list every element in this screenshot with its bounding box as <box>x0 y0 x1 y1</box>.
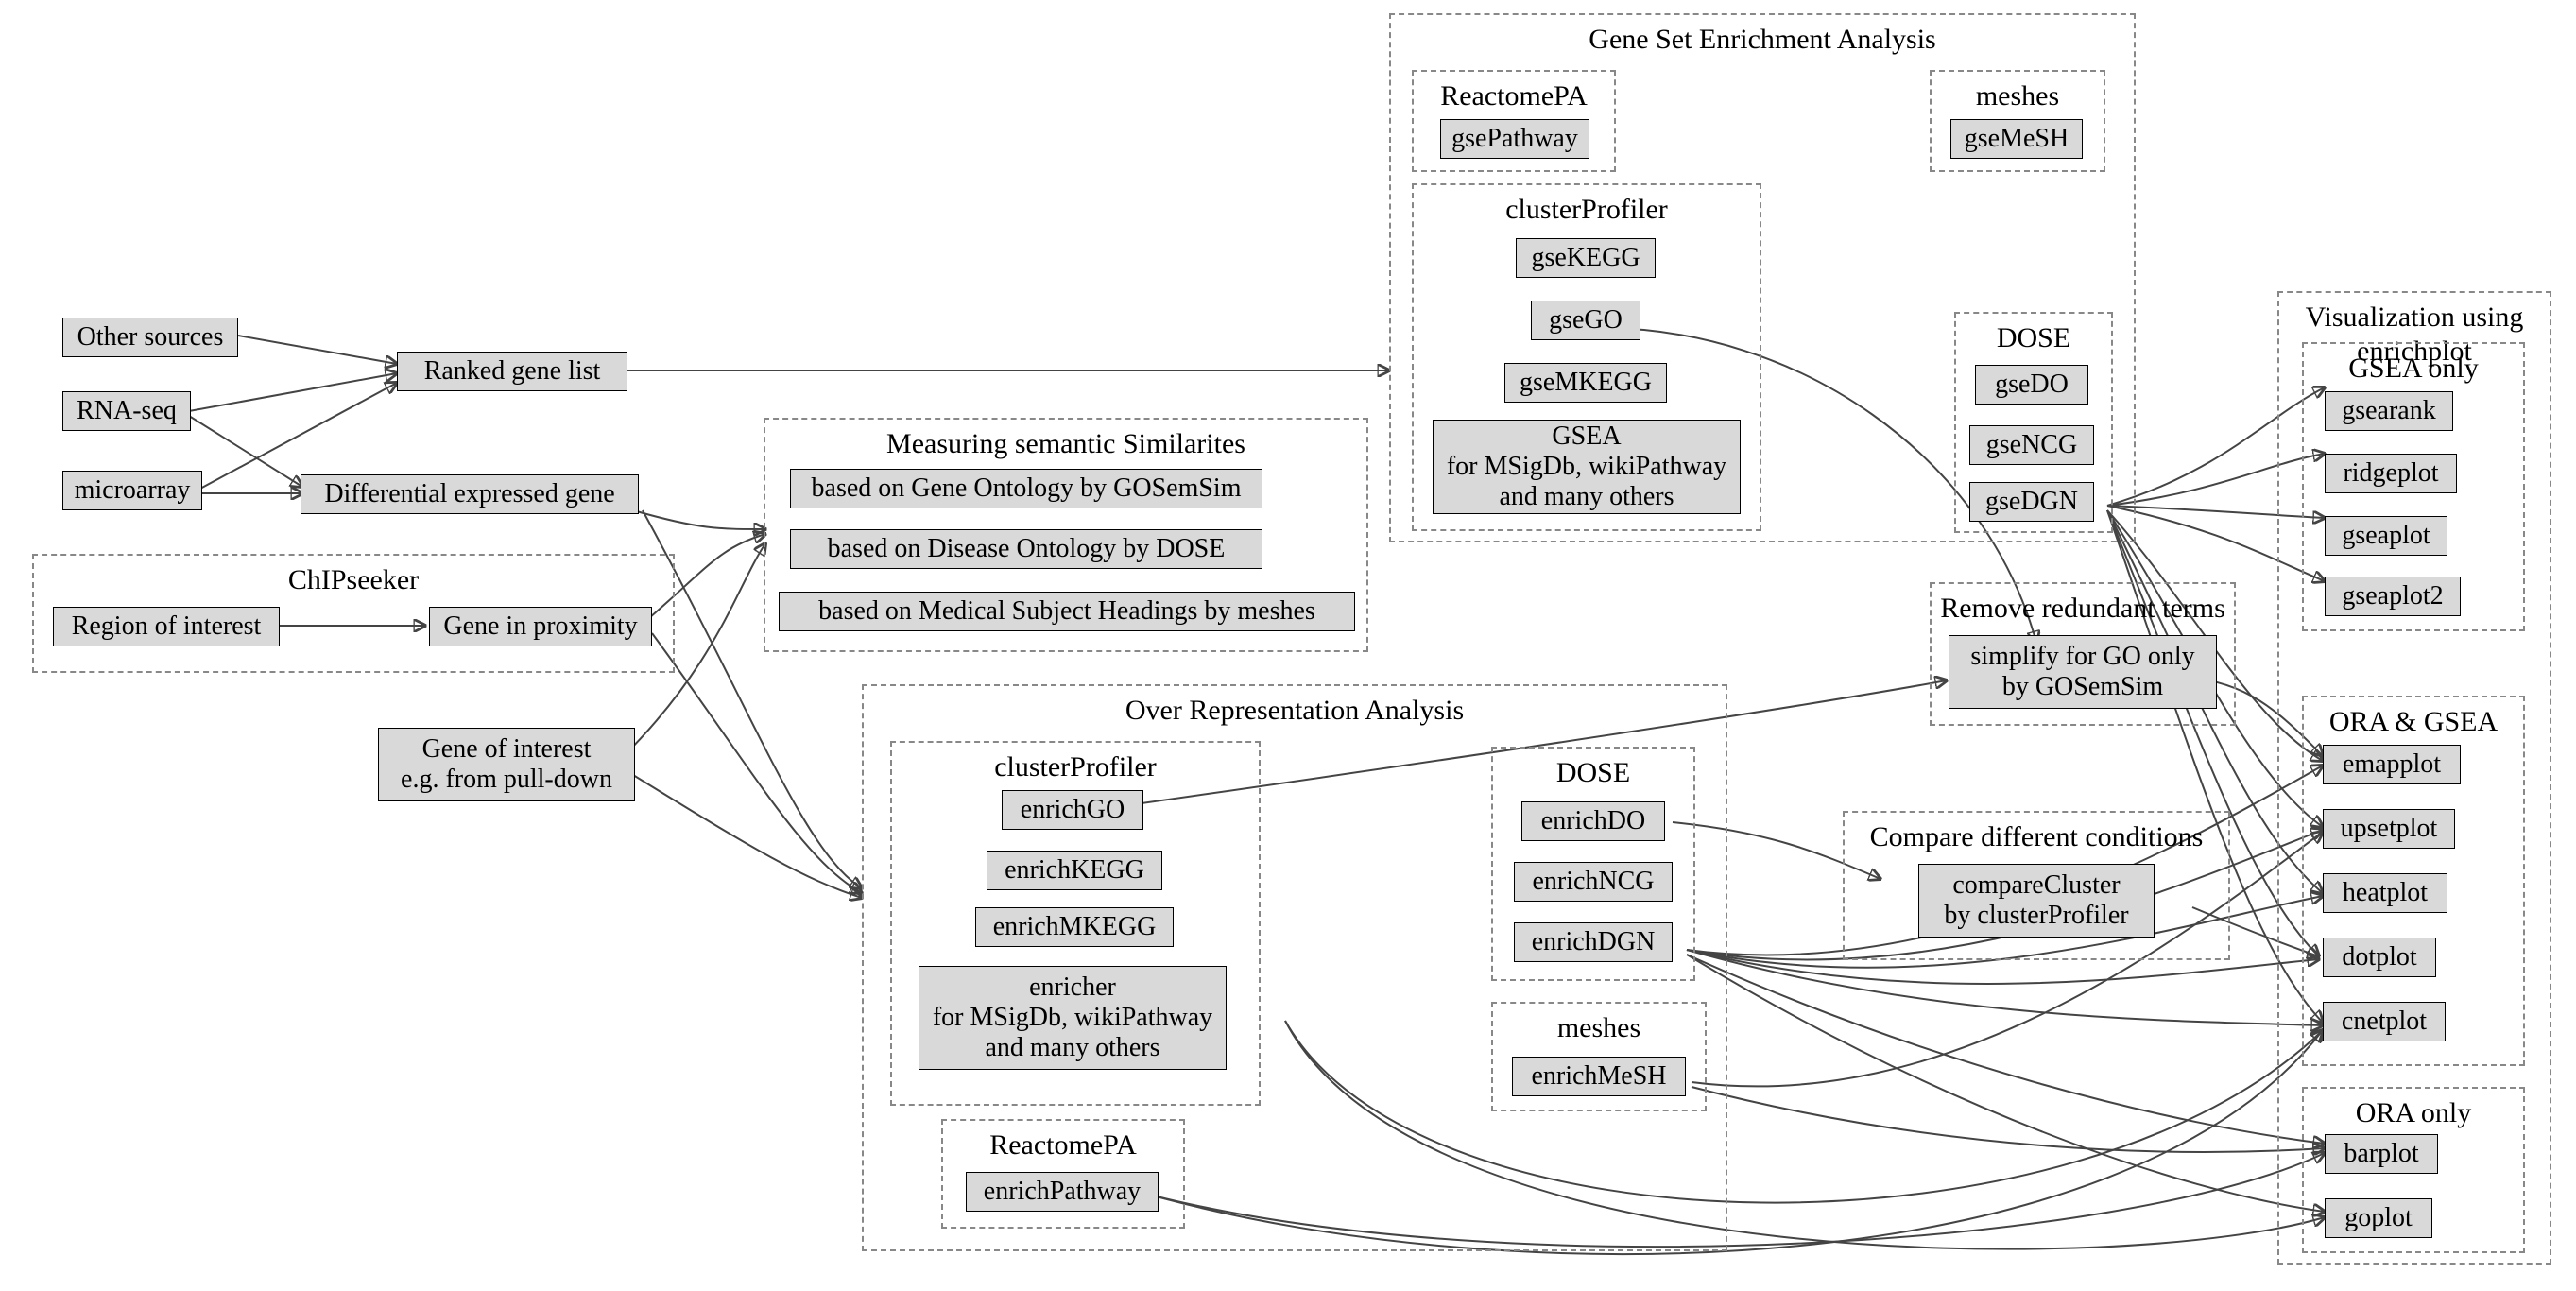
node-roi: Region of interest <box>53 607 280 646</box>
group-gsea-dose-title: DOSE <box>1956 321 2111 355</box>
node-gene-proximity: Gene in proximity <box>429 607 652 646</box>
node-enrichdo: enrichDO <box>1521 801 1665 841</box>
node-gsemesh: gseMeSH <box>1950 119 2083 159</box>
group-gsea-reactomepa-title: ReactomePA <box>1414 79 1614 113</box>
node-dotplot: dotplot <box>2323 938 2436 977</box>
node-gsearank: gsearank <box>2325 391 2453 431</box>
node-heatplot: heatplot <box>2323 873 2447 913</box>
group-simplify-title: Remove redundant terms <box>1932 592 2234 626</box>
node-gsea-generic: GSEA for MSigDb, wikiPathway and many ot… <box>1433 420 1741 514</box>
edge-enrichdgn-cnetplot <box>1687 950 2323 1025</box>
node-gseaplot: gseaplot <box>2325 516 2447 556</box>
edge-interest-ora <box>633 775 862 898</box>
edge-deg-semsim <box>633 510 765 529</box>
node-goplot: goplot <box>2325 1198 2432 1238</box>
group-chipseeker-title: ChIPseeker <box>34 563 673 597</box>
group-ora-dose-title: DOSE <box>1493 756 1693 790</box>
edge-rnaseq-deg <box>189 416 302 487</box>
edge-othersources-ranked <box>238 336 397 364</box>
node-gsepathway: gsePathway <box>1440 119 1589 159</box>
node-gsego: gseGO <box>1531 301 1640 340</box>
node-emapplot: emapplot <box>2323 745 2461 784</box>
node-gsedgn: gseDGN <box>1969 482 2094 522</box>
node-barplot: barplot <box>2325 1134 2438 1174</box>
group-gsea-meshes-title: meshes <box>1932 79 2104 113</box>
group-ora-cp-title: clusterProfiler <box>892 750 1259 784</box>
node-gsencg: gseNCG <box>1969 425 2094 465</box>
edge-proximity-ora <box>652 633 862 893</box>
edge-enrichmesh-barplot <box>1692 1087 2325 1152</box>
group-ora-title: Over Representation Analysis <box>864 694 1726 728</box>
node-upsetplot: upsetplot <box>2323 809 2455 849</box>
node-gene-interest: Gene of interest e.g. from pull-down <box>378 728 635 801</box>
group-compare-title: Compare different conditions <box>1845 820 2228 854</box>
node-enrichdgn: enrichDGN <box>1514 922 1673 962</box>
node-cnetplot: cnetplot <box>2323 1002 2446 1041</box>
node-rna-seq: RNA-seq <box>62 391 191 431</box>
node-gsemkegg: gseMKEGG <box>1504 363 1667 403</box>
edge-rnaseq-ranked <box>189 373 397 411</box>
node-enrichkegg: enrichKEGG <box>987 851 1162 890</box>
node-ranked-list: Ranked gene list <box>397 352 627 391</box>
node-compare: compareCluster by clusterProfiler <box>1918 864 2155 938</box>
group-viz-both-title: ORA & GSEA <box>2304 705 2523 739</box>
group-ora-meshes-title: meshes <box>1493 1011 1705 1045</box>
group-ora-reactomepa-title: ReactomePA <box>943 1128 1183 1162</box>
group-viz-ora-title: ORA only <box>2304 1096 2523 1130</box>
edge-enrichdgn-goplot <box>1687 955 2325 1212</box>
node-sem-do: based on Disease Ontology by DOSE <box>790 529 1262 569</box>
group-viz-gsea-title: GSEA only <box>2304 352 2523 386</box>
group-gsea-title: Gene Set Enrichment Analysis <box>1391 23 2134 57</box>
node-sem-mesh: based on Medical Subject Headings by mes… <box>779 592 1355 631</box>
node-gsedo: gseDO <box>1975 365 2088 405</box>
node-sem-go: based on Gene Ontology by GOSemSim <box>790 469 1262 508</box>
node-other-sources: Other sources <box>62 318 238 357</box>
node-microarray: microarray <box>62 471 202 510</box>
node-enrichpathway: enrichPathway <box>966 1172 1159 1212</box>
node-simplify: simplify for GO only by GOSemSim <box>1949 635 2217 709</box>
node-enrichgo: enrichGO <box>1002 790 1143 830</box>
group-gsea-cp-title: clusterProfiler <box>1414 193 1760 227</box>
edge-enrichdgn-barplot <box>1687 955 2325 1144</box>
node-enrichmkegg: enrichMKEGG <box>975 907 1174 947</box>
node-enrichmesh: enrichMeSH <box>1512 1057 1686 1096</box>
node-gseaplot2: gseaplot2 <box>2325 577 2461 616</box>
node-enrichncg: enrichNCG <box>1514 862 1673 902</box>
node-ridgeplot: ridgeplot <box>2325 454 2457 493</box>
group-semsim-title: Measuring semantic Similarites <box>765 427 1366 461</box>
node-gsekegg: gseKEGG <box>1516 238 1656 278</box>
node-enricher: enricher for MSigDb, wikiPathway and man… <box>919 966 1227 1070</box>
node-deg: Differential expressed gene <box>301 474 639 514</box>
